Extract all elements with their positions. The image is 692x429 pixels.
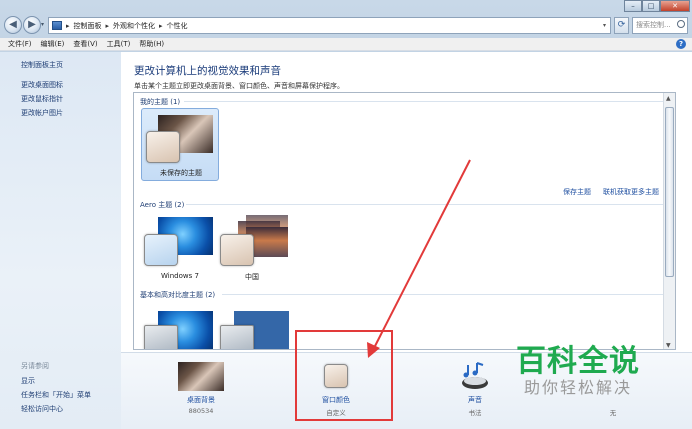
- theme-classic-color-swatch: [220, 325, 254, 349]
- breadcrumb-appearance[interactable]: 外观和个性化: [113, 21, 155, 31]
- breadcrumb-separator-icon[interactable]: ▸: [159, 22, 163, 30]
- search-placeholder: 搜索控制...: [636, 21, 671, 29]
- group-divider: [222, 294, 664, 295]
- sidebar-link-desktop-icons[interactable]: 更改桌面图标: [21, 80, 63, 90]
- search-input[interactable]: 搜索控制...: [632, 17, 688, 34]
- maximize-button[interactable]: □: [642, 0, 660, 12]
- group-aero-themes: Aero 主题 (2): [140, 201, 185, 209]
- breadcrumb-control-panel[interactable]: 控制面板: [74, 21, 102, 31]
- save-theme-link[interactable]: 保存主题: [563, 187, 591, 197]
- theme-unsaved-label: 未保存的主题: [160, 169, 202, 177]
- navigation-bar: ◀ ▶ ▾ ▸ 控制面板 ▸ 外观和个性化 ▸ 个性化 ▾ ⟳ 搜索控制...: [0, 14, 692, 36]
- theme-basic-color-swatch: [144, 325, 178, 349]
- recent-pages-dropdown-icon[interactable]: ▾: [41, 21, 44, 28]
- desktop-background-label: 桌面背景: [187, 396, 215, 404]
- theme-windows7-color-swatch: [144, 234, 178, 266]
- scrollbar-thumb[interactable]: [665, 107, 674, 277]
- sidebar-link-mouse-pointers[interactable]: 更改鼠标指针: [21, 94, 63, 104]
- theme-list-scrollbar[interactable]: ▲ ▼: [663, 93, 675, 349]
- breadcrumb-personalization[interactable]: 个性化: [167, 21, 188, 31]
- address-bar[interactable]: ▸ 控制面板 ▸ 外观和个性化 ▸ 个性化 ▾: [48, 17, 611, 34]
- sidebar-link-taskbar[interactable]: 任务栏和「开始」菜单: [21, 390, 91, 400]
- refresh-button[interactable]: ⟳: [614, 17, 629, 34]
- theme-china-color-swatch: [220, 234, 254, 266]
- breadcrumb-separator-icon[interactable]: ▸: [66, 22, 70, 30]
- page-description: 单击某个主题立即更改桌面背景、窗口颜色、声音和屏幕保护程序。: [134, 82, 344, 90]
- group-my-themes: 我的主题 (1): [140, 98, 181, 106]
- theme-unsaved[interactable]: 未保存的主题: [141, 108, 219, 181]
- theme-china-label: 中国: [245, 273, 259, 281]
- window-caption-buttons: – □ ✕: [624, 0, 690, 12]
- screen-saver-value: 无: [609, 409, 617, 417]
- scroll-up-icon[interactable]: ▲: [666, 95, 671, 102]
- search-icon: [677, 20, 685, 28]
- address-dropdown-icon[interactable]: ▾: [603, 22, 606, 29]
- group-divider: [186, 204, 664, 205]
- sounds-value: 书法: [468, 409, 482, 417]
- desktop-background-thumbnail: [178, 362, 224, 391]
- theme-windows7-label: Windows 7: [161, 272, 199, 280]
- close-button[interactable]: ✕: [660, 0, 690, 12]
- desktop-background-value: 880534: [188, 407, 214, 415]
- online-themes-link[interactable]: 联机获取更多主题: [603, 187, 659, 197]
- scroll-down-icon[interactable]: ▼: [666, 342, 671, 349]
- menu-edit[interactable]: 编辑(E): [41, 39, 65, 49]
- sidebar-link-home[interactable]: 控制面板主页: [21, 60, 63, 70]
- sidebar-link-account-picture[interactable]: 更改帐户图片: [21, 108, 63, 118]
- breadcrumb-separator-icon[interactable]: ▸: [106, 22, 110, 30]
- menu-bar: 文件(F) 编辑(E) 查看(V) 工具(T) 帮助(H) ?: [0, 38, 692, 51]
- back-button[interactable]: ◀: [4, 16, 22, 34]
- window: – □ ✕ ◀ ▶ ▾ ▸ 控制面板 ▸ 外观和个性化 ▸ 个性化 ▾ ⟳ 搜索…: [0, 0, 692, 429]
- sidebar-link-display[interactable]: 显示: [21, 376, 35, 386]
- see-also-heading: 另请参阅: [21, 362, 49, 370]
- menu-view[interactable]: 查看(V): [73, 39, 97, 49]
- sounds-label: 声音: [468, 396, 482, 404]
- page-title: 更改计算机上的视觉效果和声音: [134, 65, 281, 77]
- group-basic-themes: 基本和高对比度主题 (2): [140, 291, 216, 299]
- control-panel-icon: [52, 21, 62, 30]
- theme-list: 我的主题 (1) 未保存的主题 保存主题 联机获取更多主题 Aero 主题 (2…: [133, 92, 676, 350]
- forward-button[interactable]: ▶: [23, 16, 41, 34]
- menu-help[interactable]: 帮助(H): [139, 39, 164, 49]
- help-icon[interactable]: ?: [676, 39, 686, 49]
- menu-file[interactable]: 文件(F): [8, 39, 32, 49]
- highlight-box: [295, 330, 393, 421]
- group-divider: [184, 101, 664, 102]
- watermark-subtitle: 助你轻松解决: [524, 378, 633, 397]
- theme-unsaved-color-swatch: [146, 131, 180, 163]
- sidebar: 控制面板主页 更改桌面图标 更改鼠标指针 更改帐户图片 另请参阅 显示 任务栏和…: [0, 52, 121, 429]
- minimize-button[interactable]: –: [624, 0, 642, 12]
- menu-tools[interactable]: 工具(T): [107, 39, 131, 49]
- sounds-icon: [462, 362, 488, 389]
- sidebar-link-ease-of-access[interactable]: 轻松访问中心: [21, 404, 63, 414]
